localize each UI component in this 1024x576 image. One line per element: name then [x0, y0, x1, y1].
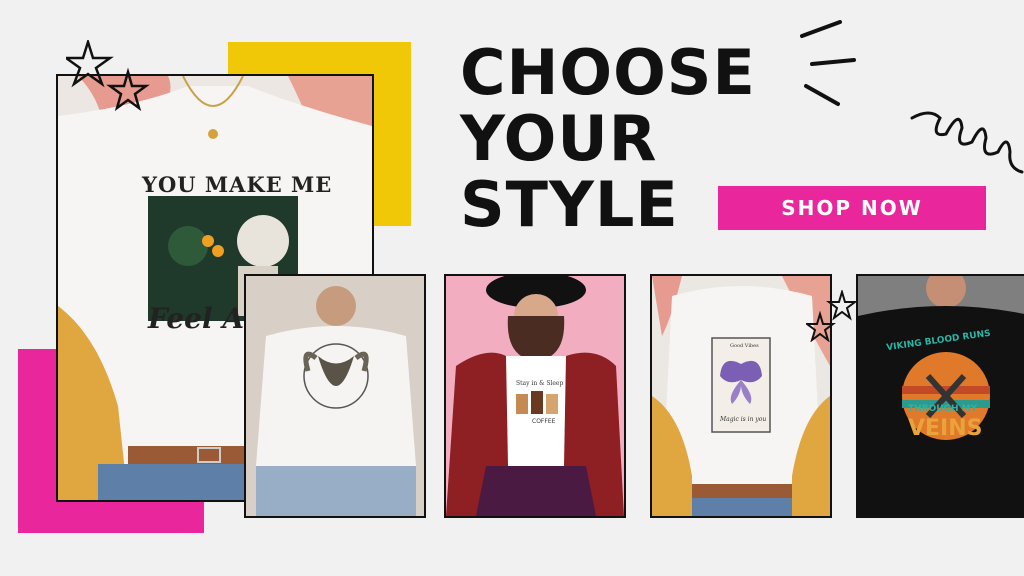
headline-line-1: CHOOSE	[460, 36, 756, 109]
shop-now-button[interactable]: SHOP NOW	[718, 186, 986, 230]
coffee-print-bottom: COFFEE	[532, 418, 556, 425]
viking-print-mid: THROUGH MY	[908, 404, 978, 414]
goat-head-graphic	[246, 276, 424, 516]
page-title: CHOOSE YOUR STYLE	[460, 40, 760, 238]
product-thumb-viking[interactable]: VIKING BLOOD RUNS THROUGH MY VEINS	[856, 274, 1024, 518]
card-text-bottom: Magic is in you	[720, 416, 767, 423]
headline-line-3: STYLE	[460, 168, 679, 241]
butterfly-card-graphic	[652, 276, 830, 516]
star-doodle-small-icon	[806, 290, 856, 342]
product-thumb-goat[interactable]	[244, 274, 426, 518]
coffee-print-top: Stay in & Sleep	[516, 380, 564, 387]
coffee-graphic-photo	[446, 276, 624, 516]
star-doodle-icon	[66, 40, 150, 112]
hero-shirt-print-top: YOU MAKE ME	[142, 172, 333, 197]
hero-shirt-print-bottom: Feel A	[148, 302, 245, 335]
burst-lines-icon	[800, 20, 856, 106]
headline-line-2: YOUR	[460, 102, 658, 175]
swirl-doodle-icon	[910, 111, 1024, 174]
card-text-top: Good Vibes	[730, 343, 759, 349]
viking-sunset-graphic	[858, 276, 1024, 516]
product-thumb-butterfly[interactable]: Good Vibes Magic is in you	[650, 274, 832, 518]
product-thumb-coffee[interactable]: Stay in & Sleep COFFEE	[444, 274, 626, 518]
viking-print-bottom: VEINS	[908, 416, 983, 441]
